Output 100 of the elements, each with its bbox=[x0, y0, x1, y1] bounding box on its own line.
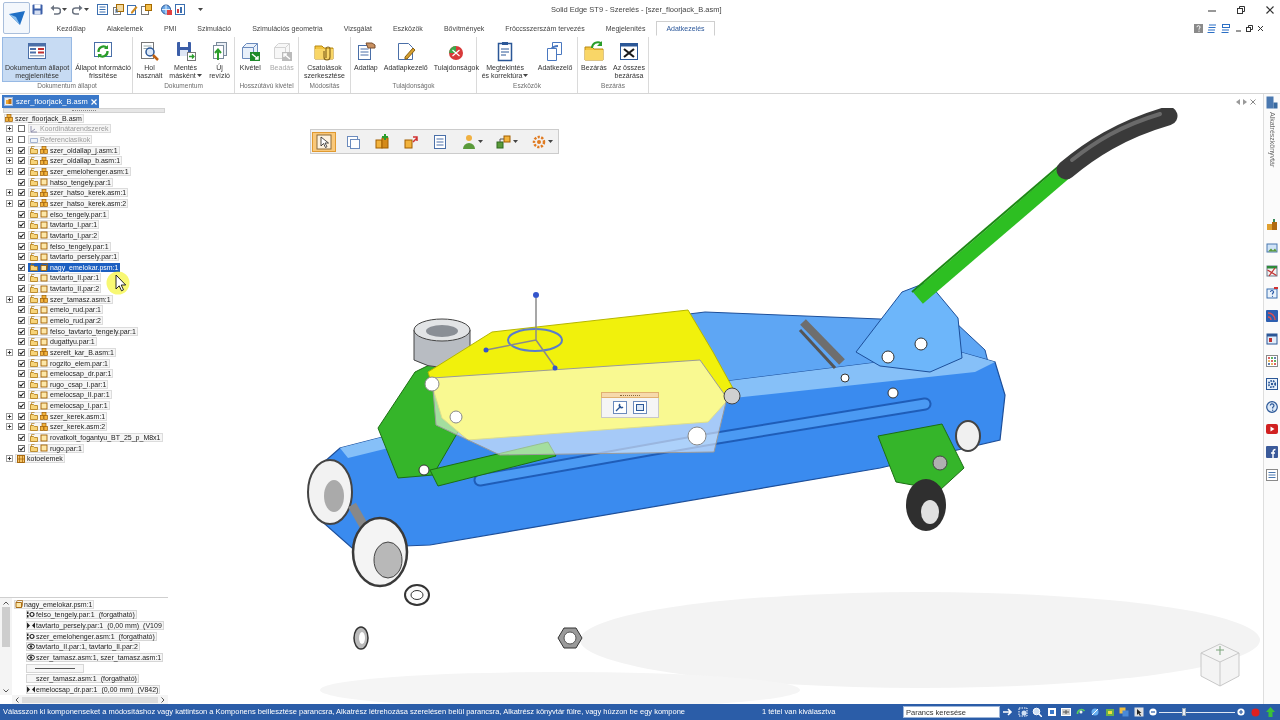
caret-icon[interactable] bbox=[198, 8, 203, 11]
stack-icon[interactable] bbox=[1207, 24, 1217, 33]
checkbox[interactable] bbox=[18, 263, 25, 271]
undo-icon[interactable] bbox=[50, 4, 61, 15]
close-icon[interactable] bbox=[1257, 25, 1264, 32]
expand-icon[interactable] bbox=[6, 348, 13, 356]
list-icon[interactable] bbox=[97, 4, 108, 15]
vertical-scrollbar[interactable] bbox=[0, 598, 12, 695]
expand-icon[interactable] bbox=[6, 136, 13, 144]
fit-icon[interactable] bbox=[1046, 707, 1057, 717]
app-menu-button[interactable] bbox=[3, 2, 30, 34]
blocks-icon[interactable] bbox=[1266, 219, 1278, 232]
expand-icon[interactable] bbox=[6, 199, 13, 207]
caret-icon[interactable] bbox=[84, 8, 89, 11]
tool-button[interactable] bbox=[312, 131, 336, 152]
relationship-separator bbox=[26, 663, 84, 673]
checkbox[interactable] bbox=[18, 348, 25, 356]
checkbox[interactable] bbox=[18, 306, 25, 314]
save-icon[interactable] bbox=[32, 4, 43, 15]
checkbox[interactable] bbox=[18, 253, 25, 261]
checkbox[interactable] bbox=[18, 391, 25, 399]
arrow-icon[interactable] bbox=[1003, 708, 1013, 716]
checkbox[interactable] bbox=[18, 380, 25, 388]
map-icon[interactable] bbox=[1266, 264, 1278, 277]
stack-icon[interactable] bbox=[1221, 24, 1231, 33]
box-icon bbox=[40, 242, 48, 250]
checkbox[interactable] bbox=[18, 199, 25, 207]
scroll-left-icon[interactable] bbox=[1236, 99, 1240, 105]
checkbox[interactable] bbox=[18, 242, 25, 250]
redo-icon[interactable] bbox=[72, 4, 83, 15]
document-stack-icon[interactable] bbox=[113, 4, 124, 15]
checkbox[interactable] bbox=[18, 221, 25, 229]
checkbox[interactable] bbox=[18, 231, 25, 239]
expand-icon[interactable] bbox=[6, 189, 13, 197]
gear-icon[interactable] bbox=[1266, 378, 1278, 391]
pointer-icon[interactable] bbox=[1133, 707, 1144, 717]
restore-icon[interactable] bbox=[1246, 25, 1253, 32]
checkbox[interactable] bbox=[18, 136, 25, 144]
expand-icon[interactable] bbox=[6, 125, 13, 133]
horizontal-scrollbar[interactable] bbox=[12, 695, 168, 704]
video-icon[interactable] bbox=[1266, 423, 1278, 436]
list-icon[interactable] bbox=[1266, 468, 1278, 481]
expand-icon[interactable] bbox=[6, 455, 13, 463]
restore-icon[interactable] bbox=[1236, 4, 1246, 15]
expand-icon[interactable] bbox=[6, 168, 13, 175]
checkbox[interactable] bbox=[18, 423, 25, 431]
spin-icon[interactable] bbox=[1090, 707, 1100, 717]
document-pencil-icon[interactable] bbox=[127, 4, 138, 15]
checkbox[interactable] bbox=[18, 402, 25, 410]
checkbox[interactable] bbox=[18, 285, 25, 293]
checkbox[interactable] bbox=[18, 295, 25, 303]
caret-icon[interactable] bbox=[62, 8, 67, 11]
rotate-icon[interactable] bbox=[1075, 707, 1086, 717]
checkbox[interactable] bbox=[18, 168, 25, 175]
document-stack-icon[interactable] bbox=[141, 4, 152, 15]
checkbox[interactable] bbox=[18, 359, 25, 367]
upload-icon[interactable] bbox=[1265, 707, 1275, 717]
checkbox[interactable] bbox=[18, 178, 25, 186]
document-chart-icon[interactable] bbox=[175, 4, 186, 15]
zoom-icon[interactable] bbox=[1032, 707, 1042, 717]
checkbox[interactable] bbox=[18, 338, 25, 346]
zoom-in-icon[interactable] bbox=[1236, 708, 1245, 716]
scroll-down-icon[interactable] bbox=[3, 689, 9, 693]
zoom-area-icon[interactable] bbox=[1017, 707, 1028, 717]
image-icon[interactable] bbox=[1266, 241, 1278, 254]
checkbox[interactable] bbox=[18, 327, 25, 335]
grid-icon[interactable] bbox=[1266, 355, 1278, 368]
expand-icon[interactable] bbox=[6, 295, 13, 303]
expand-icon[interactable] bbox=[6, 146, 13, 154]
zoom-slider[interactable] bbox=[1158, 707, 1235, 717]
checkbox[interactable] bbox=[18, 444, 25, 452]
checkbox[interactable] bbox=[18, 274, 25, 282]
checkbox[interactable] bbox=[18, 189, 25, 197]
scroll-right-icon[interactable] bbox=[1243, 99, 1247, 105]
help-page-icon[interactable] bbox=[1266, 287, 1278, 300]
help-icon[interactable] bbox=[1266, 400, 1278, 413]
scroll-right-icon[interactable] bbox=[161, 696, 165, 703]
checkbox[interactable] bbox=[18, 125, 25, 133]
pan-icon[interactable] bbox=[1061, 707, 1071, 717]
close-icon[interactable] bbox=[1265, 4, 1275, 15]
expand-icon[interactable] bbox=[6, 157, 13, 165]
zoom-out-icon[interactable] bbox=[1148, 708, 1157, 716]
checkbox[interactable] bbox=[18, 434, 25, 442]
checkbox[interactable] bbox=[18, 370, 25, 378]
scroll-left-icon[interactable] bbox=[15, 696, 19, 703]
scroll-up-icon[interactable] bbox=[3, 601, 9, 605]
checkbox[interactable] bbox=[18, 146, 25, 154]
view-icon[interactable] bbox=[1104, 707, 1115, 717]
social-icon[interactable] bbox=[1266, 446, 1278, 459]
checkbox[interactable] bbox=[18, 317, 25, 324]
checkbox[interactable] bbox=[18, 157, 25, 165]
window-icon[interactable] bbox=[1266, 332, 1278, 345]
checkbox[interactable] bbox=[18, 210, 25, 218]
mate-icon bbox=[27, 685, 35, 693]
slider-thumb[interactable] bbox=[1181, 708, 1186, 716]
checkbox[interactable] bbox=[18, 412, 25, 420]
windows-icon[interactable] bbox=[1119, 707, 1129, 717]
expand-icon[interactable] bbox=[6, 412, 13, 420]
expand-icon[interactable] bbox=[6, 423, 13, 431]
globe-icon[interactable] bbox=[161, 4, 172, 15]
